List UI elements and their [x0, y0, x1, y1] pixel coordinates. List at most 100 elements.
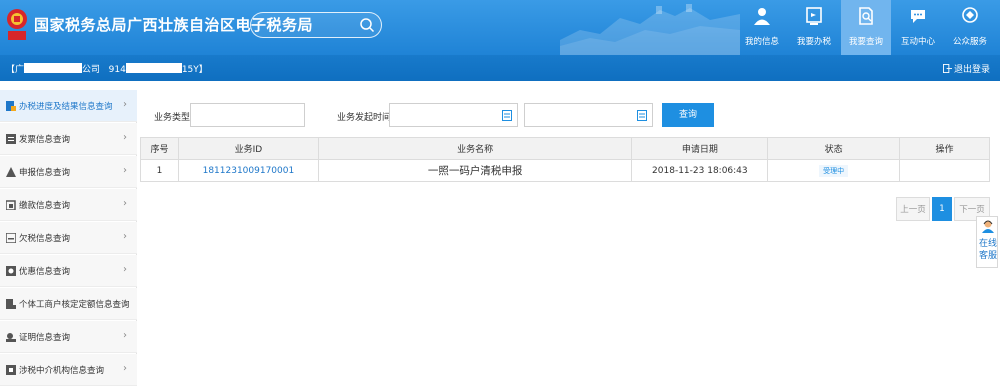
agency-icon	[6, 365, 16, 375]
table-header-row: 序号 业务ID 业务名称 申请日期 状态 操作	[140, 137, 990, 160]
sidebar-item-label: 证明信息查询	[19, 333, 71, 343]
sidebar-item-certificate[interactable]: 证明信息查询 ›	[0, 321, 137, 353]
tax-id-prefix: 914	[108, 65, 126, 75]
start-date-from-input[interactable]	[390, 104, 517, 126]
sidebar-item-label: 个体工商户核定定额信息查询	[19, 300, 130, 310]
arrears-icon	[6, 233, 16, 243]
discount-icon	[6, 266, 16, 276]
search-box[interactable]	[250, 12, 382, 38]
nav-public-service[interactable]: 公众服务	[945, 0, 995, 55]
nav-label: 公众服务	[952, 37, 987, 47]
col-header-name: 业务名称	[317, 137, 633, 160]
results-table: 序号 业务ID 业务名称 申请日期 状态 操作 1 18112310091700…	[140, 137, 990, 182]
redacted-tax-id	[125, 63, 182, 73]
sidebar-item-label: 缴款信息查询	[19, 201, 71, 211]
prev-page-button[interactable]: 上一页	[896, 197, 930, 221]
search-icon[interactable]	[359, 17, 375, 33]
chevron-right-icon: ›	[123, 99, 127, 110]
chevron-right-icon: ›	[123, 363, 127, 374]
nav-query[interactable]: 我要查询	[841, 0, 891, 55]
status-badge: 受理中	[819, 164, 849, 177]
cell-apply-date: 2018-11-23 18:06:43	[631, 159, 769, 182]
cell-status: 受理中	[767, 159, 901, 182]
calendar-icon[interactable]	[637, 109, 647, 121]
redacted-company	[24, 63, 83, 73]
calendar-icon[interactable]	[502, 109, 512, 121]
great-wall-decoration	[560, 4, 740, 55]
sidebar-item-payment[interactable]: 缴款信息查询 ›	[0, 189, 137, 221]
sidebar-item-declare[interactable]: 申报信息查询 ›	[0, 156, 137, 188]
sidebar-item-invoice[interactable]: 发票信息查询 ›	[0, 123, 137, 155]
online-service-widget[interactable]: 在线 客服	[976, 216, 998, 268]
nav-my-info[interactable]: 我的信息	[737, 0, 787, 55]
progress-icon	[6, 101, 16, 111]
cell-action	[899, 159, 990, 182]
tax-form-icon	[806, 7, 822, 25]
logout-icon	[942, 64, 952, 73]
nav-label: 我要查询	[848, 37, 883, 47]
nav-label: 我要办税	[796, 37, 831, 47]
account-bracket: 【广	[6, 65, 25, 75]
start-date-from-field[interactable]	[389, 103, 518, 127]
sidebar-item-agency[interactable]: 涉税中介机构信息查询 ›	[0, 354, 137, 386]
sidebar: 办税进度及结果信息查询 › 发票信息查询 › 申报信息查询 › 缴款信息查询 ›…	[0, 90, 137, 386]
cell-index: 1	[140, 159, 179, 182]
page-number-button[interactable]: 1	[932, 197, 952, 221]
business-type-input[interactable]	[191, 104, 304, 126]
chevron-right-icon: ›	[123, 165, 127, 176]
start-time-label: 业务发起时间:	[337, 113, 395, 123]
sidebar-item-label: 申报信息查询	[19, 168, 71, 178]
chevron-right-icon: ›	[123, 132, 127, 143]
tax-id-suffix: 15Y】	[181, 65, 208, 75]
col-header-status: 状态	[767, 137, 901, 160]
sidebar-item-arrears[interactable]: 欠税信息查询 ›	[0, 222, 137, 254]
top-header: 国家税务总局广西壮族自治区电子税务局 我的信息 我要办税 我要查询 互动中心 公…	[0, 0, 1000, 55]
sidebar-item-label: 欠税信息查询	[19, 234, 71, 244]
chat-icon	[911, 10, 925, 23]
search-input[interactable]	[259, 17, 359, 33]
cell-business-id-link[interactable]: 1811231009170001	[177, 159, 319, 182]
query-button[interactable]: 查询	[662, 103, 714, 127]
online-service-line1: 在线	[978, 239, 997, 249]
online-service-label: 在线 客服	[977, 238, 999, 262]
sidebar-item-label: 涉税中介机构信息查询	[19, 366, 105, 376]
merchant-icon	[6, 299, 16, 309]
chevron-right-icon: ›	[123, 330, 127, 341]
account-company-suffix: 公司	[82, 65, 101, 75]
logout-link[interactable]: 退出登录	[942, 62, 990, 75]
chevron-right-icon: ›	[123, 198, 127, 209]
cell-business-name: 一照一码户清税申报	[317, 159, 633, 182]
person-icon	[754, 8, 770, 25]
invoice-icon	[6, 134, 16, 144]
sidebar-item-merchant[interactable]: 个体工商户核定定额信息查询 ›	[0, 288, 137, 320]
service-icon	[962, 7, 978, 23]
col-header-action: 操作	[899, 137, 990, 160]
tax-emblem-icon	[7, 9, 27, 40]
business-type-label: 业务类型:	[154, 113, 194, 123]
logout-label: 退出登录	[953, 65, 990, 75]
nav-handle-tax[interactable]: 我要办税	[789, 0, 839, 55]
certificate-icon	[6, 333, 16, 342]
col-header-date: 申请日期	[631, 137, 769, 160]
sidebar-item-label: 优惠信息查询	[19, 267, 71, 277]
chevron-right-icon: ›	[123, 264, 127, 275]
customer-service-icon	[982, 220, 994, 233]
sidebar-item-label: 发票信息查询	[19, 135, 71, 145]
business-type-field[interactable]	[190, 103, 305, 127]
chevron-right-icon: ›	[123, 231, 127, 242]
payment-icon	[6, 200, 16, 210]
nav-interaction[interactable]: 互动中心	[893, 0, 943, 55]
start-date-to-input[interactable]	[525, 104, 652, 126]
col-header-index: 序号	[140, 137, 179, 160]
table-row: 1 1811231009170001 一照一码户清税申报 2018-11-23 …	[140, 159, 990, 182]
nav-label: 我的信息	[744, 37, 779, 47]
nav-label: 互动中心	[900, 37, 935, 47]
query-doc-icon	[859, 7, 873, 25]
chevron-right-icon: ›	[123, 297, 127, 308]
account-bar: 【广 公司 914 15Y】 退出登录	[0, 55, 1000, 81]
account-info: 【广 公司 914 15Y】	[6, 62, 208, 75]
start-date-to-field[interactable]	[524, 103, 653, 127]
declare-icon	[6, 167, 16, 177]
sidebar-item-progress[interactable]: 办税进度及结果信息查询 ›	[0, 90, 137, 122]
sidebar-item-discount[interactable]: 优惠信息查询 ›	[0, 255, 137, 287]
